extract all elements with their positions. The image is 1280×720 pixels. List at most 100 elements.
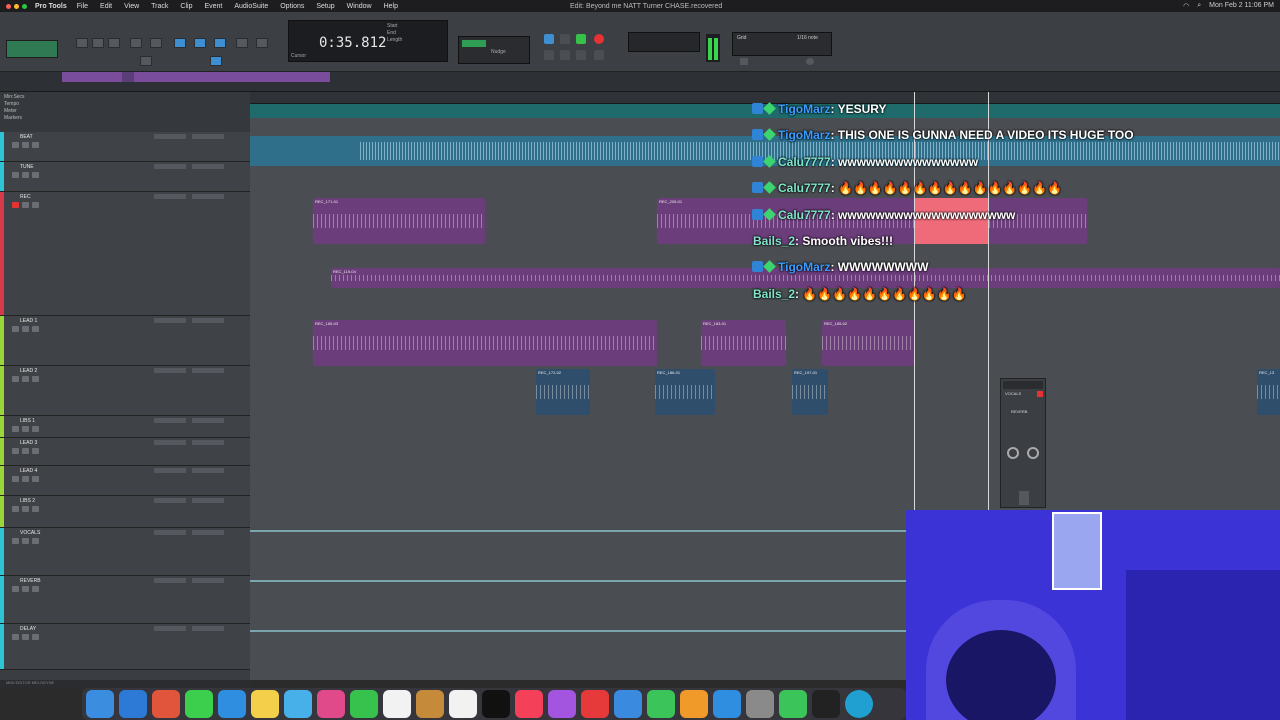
ruler-tempo[interactable]: Tempo [4, 101, 246, 108]
calendar-icon[interactable] [383, 690, 411, 718]
record-enable-button[interactable] [12, 448, 19, 454]
mute-button[interactable] [32, 426, 39, 432]
track-header[interactable]: LIBS 1 [0, 416, 250, 438]
zoom-window-icon[interactable] [22, 3, 27, 9]
zoom-out-button[interactable] [92, 38, 104, 48]
track-name[interactable]: TUNE [20, 164, 34, 170]
menu-track[interactable]: Track [151, 3, 168, 10]
nudge-button[interactable] [210, 56, 222, 66]
track-name[interactable]: LIBS 1 [20, 418, 35, 424]
record-button[interactable] [594, 34, 604, 44]
app-store-icon[interactable] [713, 690, 741, 718]
mute-button[interactable] [32, 538, 39, 544]
mute-button[interactable] [32, 476, 39, 482]
selector-tool-button[interactable] [194, 38, 206, 48]
search-icon[interactable]: ⌕ [1197, 2, 1201, 10]
record-enable-button[interactable] [12, 506, 19, 512]
track-name[interactable]: VOCALS [20, 530, 40, 536]
audio-clip[interactable]: REC_185-02 [822, 320, 914, 366]
ilok-icon[interactable] [812, 690, 840, 718]
nudge-display[interactable]: Nudge [458, 36, 530, 64]
solo-button[interactable] [22, 506, 29, 512]
edit-mode-selector[interactable] [6, 40, 58, 58]
insert-slot[interactable] [154, 194, 186, 199]
maps-icon[interactable] [284, 690, 312, 718]
go-to-start-button[interactable] [560, 50, 570, 60]
keynote-icon[interactable] [614, 690, 642, 718]
solo-button[interactable] [22, 142, 29, 148]
zoom-preset-button[interactable] [108, 38, 120, 48]
close-window-icon[interactable] [6, 3, 11, 9]
mail-icon[interactable] [218, 690, 246, 718]
track-header[interactable]: LEAD 1 [0, 316, 250, 366]
finder-icon[interactable] [86, 690, 114, 718]
solo-button[interactable] [22, 426, 29, 432]
mute-button[interactable] [32, 172, 39, 178]
track-header[interactable]: DELAY [0, 624, 250, 670]
insert-slot[interactable] [192, 418, 224, 423]
plugin-close-icon[interactable] [1037, 391, 1043, 397]
audio-clip[interactable]: REC_172-02 [536, 369, 590, 415]
grid-settings[interactable]: Grid 1/16 note [732, 32, 832, 56]
record-enable-button[interactable] [12, 634, 19, 640]
ruler-meter[interactable]: Meter [4, 108, 246, 115]
rewind-button[interactable] [544, 50, 554, 60]
audio-clip[interactable]: REC_186-01 [655, 369, 715, 415]
insert-slot[interactable] [154, 626, 186, 631]
track-header[interactable]: REC [0, 192, 250, 316]
ruler-markers[interactable]: Markers [4, 115, 246, 122]
plugin-titlebar[interactable] [1003, 381, 1043, 389]
track-name[interactable]: REVERB [20, 578, 41, 584]
fast-forward-button[interactable] [576, 50, 586, 60]
menu-clip[interactable]: Clip [180, 3, 192, 10]
insert-slot[interactable] [192, 626, 224, 631]
menu-options[interactable]: Options [280, 3, 304, 10]
record-enable-button[interactable] [12, 326, 19, 332]
plugin-preset[interactable]: REVERB [1011, 409, 1027, 414]
solo-button[interactable] [22, 172, 29, 178]
insert-slot[interactable] [192, 530, 224, 535]
record-enable-button[interactable] [12, 586, 19, 592]
stop-button[interactable] [560, 34, 570, 44]
record-enable-button[interactable] [12, 476, 19, 482]
solo-button[interactable] [22, 476, 29, 482]
audio-clip[interactable]: REC_171-01 [313, 198, 485, 244]
track-name[interactable]: DELAY [20, 626, 36, 632]
menu-window[interactable]: Window [347, 3, 372, 10]
track-header[interactable]: LEAD 4 [0, 466, 250, 496]
safari-icon[interactable] [119, 690, 147, 718]
insert-slot[interactable] [154, 530, 186, 535]
insert-slot[interactable] [154, 498, 186, 503]
audio-clip[interactable]: REC_165-03 [313, 320, 657, 366]
track-name[interactable]: BEAT [20, 134, 33, 140]
insert-slot[interactable] [192, 578, 224, 583]
pro-tools-icon[interactable] [845, 690, 873, 718]
audio-clip[interactable]: REC_13 [1257, 369, 1280, 415]
play-button[interactable] [576, 34, 586, 44]
pencil-tool-button[interactable] [256, 38, 268, 48]
magnifier-icon[interactable] [150, 38, 162, 48]
record-enable-button[interactable] [12, 426, 19, 432]
playhead[interactable] [988, 92, 989, 512]
insert-slot[interactable] [154, 468, 186, 473]
mute-button[interactable] [32, 202, 39, 208]
insert-slot[interactable] [154, 368, 186, 373]
mute-button[interactable] [32, 326, 39, 332]
track-header[interactable]: VOCALS [0, 528, 250, 576]
podcasts-icon[interactable] [548, 690, 576, 718]
app-menu[interactable]: Pro Tools [35, 3, 67, 10]
pan-knob-right[interactable] [1027, 447, 1039, 459]
news-icon[interactable] [581, 690, 609, 718]
insert-slot[interactable] [154, 440, 186, 445]
insert-slot[interactable] [192, 440, 224, 445]
track-name[interactable]: REC [20, 194, 31, 200]
insert-slot[interactable] [154, 578, 186, 583]
track-header[interactable]: LEAD 2 [0, 366, 250, 416]
menu-help[interactable]: Help [384, 3, 398, 10]
insert-slot[interactable] [192, 194, 224, 199]
track-header[interactable]: TUNE [0, 162, 250, 192]
contacts-icon[interactable] [416, 690, 444, 718]
track-header[interactable]: BEAT [0, 132, 250, 162]
wifi-icon[interactable]: ◠ [1183, 2, 1189, 10]
grabber-tool-button[interactable] [214, 38, 226, 48]
